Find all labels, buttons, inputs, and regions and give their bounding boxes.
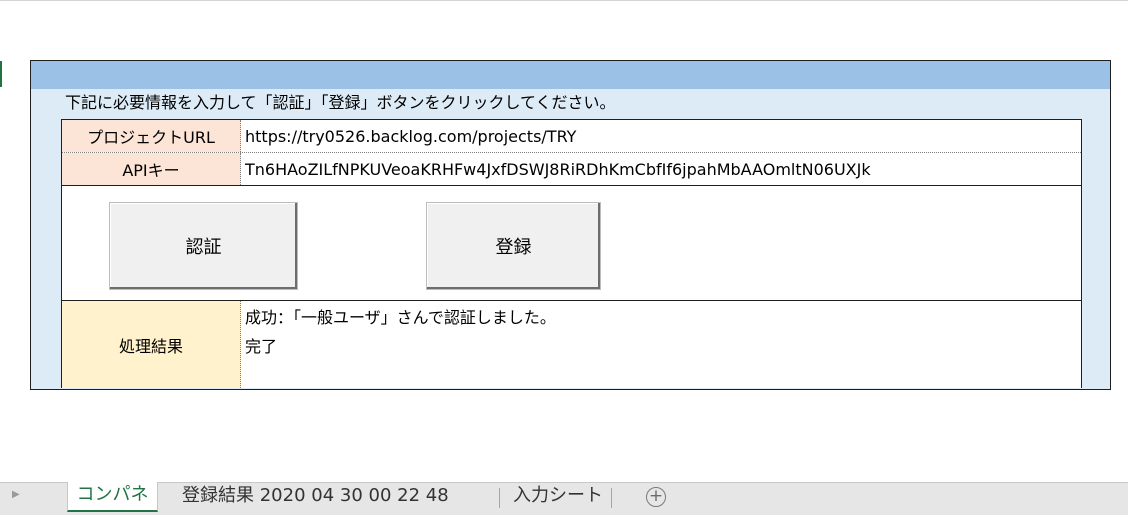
- sheet-tab-input-sheet[interactable]: 入力シート: [513, 483, 603, 511]
- instruction-text: 下記に必要情報を入力して「認証」「登録」ボタンをクリックしてください。: [65, 93, 616, 112]
- selection-marker: [0, 61, 2, 87]
- api-key-input[interactable]: Tn6HAoZILfNPKUVeoaKRHFw4JxfDSWJ8RiRDhKmC…: [245, 153, 871, 185]
- button-row: 認証 登録: [62, 186, 1081, 301]
- panel-header-band: [31, 61, 1110, 89]
- sheet-tab-register-results[interactable]: 登録結果 2020 04 30 00 22 48: [182, 483, 449, 511]
- project-url-label: プロジェクトURL: [62, 120, 241, 152]
- tab-divider: [499, 488, 500, 508]
- api-key-label: APIキー: [62, 153, 241, 185]
- auth-button[interactable]: 認証: [109, 202, 298, 290]
- control-panel: 下記に必要情報を入力して「認証」「登録」ボタンをクリックしてください。 プロジェ…: [30, 60, 1111, 390]
- sheet-tab-control-panel[interactable]: コンパネ: [67, 482, 158, 512]
- form-table: プロジェクトURL https://try0526.backlog.com/pr…: [61, 119, 1082, 388]
- result-row: 処理結果 成功：「一般ユーザ」さんで認証しました。 完了: [62, 301, 1081, 388]
- result-line: 成功：「一般ユーザ」さんで認証しました。: [245, 308, 556, 327]
- result-line: 完了: [245, 337, 278, 356]
- worksheet-area[interactable]: 下記に必要情報を入力して「認証」「登録」ボタンをクリックしてください。 プロジェ…: [0, 0, 1128, 483]
- triangle-right-icon[interactable]: ▶: [12, 489, 20, 500]
- project-url-row: プロジェクトURL https://try0526.backlog.com/pr…: [62, 120, 1081, 153]
- api-key-row: APIキー Tn6HAoZILfNPKUVeoaKRHFw4JxfDSWJ8Ri…: [62, 153, 1081, 186]
- result-output[interactable]: 成功：「一般ユーザ」さんで認証しました。 完了: [245, 303, 556, 361]
- result-label: 処理結果: [62, 301, 241, 388]
- register-button[interactable]: 登録: [426, 202, 601, 290]
- tab-divider: [611, 488, 612, 508]
- project-url-input[interactable]: https://try0526.backlog.com/projects/TRY: [245, 120, 576, 152]
- plus-circle-icon[interactable]: +: [646, 487, 666, 507]
- sheet-tab-bar: ▶ コンパネ 登録結果 2020 04 30 00 22 48 入力シート +: [0, 482, 1128, 515]
